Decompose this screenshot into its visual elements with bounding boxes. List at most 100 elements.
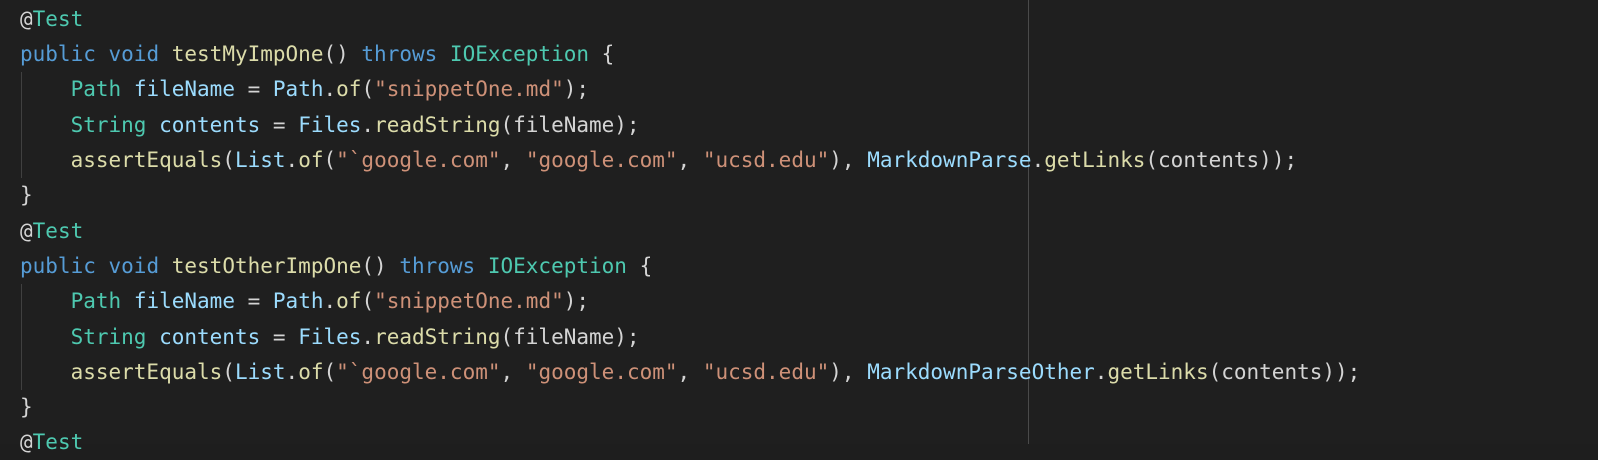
code-token: IOException	[487, 254, 627, 278]
code-token: .	[361, 113, 375, 137]
code-token: fileName	[133, 289, 235, 313]
code-token: .	[1031, 148, 1045, 172]
code-line[interactable]: Path fileName = Path.of("snippetOne.md")…	[20, 284, 589, 319]
code-token: getLinks	[1107, 360, 1209, 384]
code-token: Path	[272, 289, 324, 313]
code-token: (contents));	[1145, 148, 1298, 172]
code-line[interactable]: assertEquals(List.of("`google.com", "goo…	[20, 143, 1298, 178]
code-token: (fileName);	[500, 325, 640, 349]
code-token: Test	[32, 219, 84, 243]
code-line[interactable]: String contents = Files.readString(fileN…	[20, 320, 640, 355]
code-token: Path	[70, 77, 122, 101]
code-token: =	[234, 289, 273, 313]
code-token: (	[222, 360, 235, 384]
code-token: .	[285, 360, 299, 384]
code-token: assertEquals	[70, 360, 223, 384]
code-token: ()	[323, 42, 362, 66]
code-token: throws	[399, 254, 476, 278]
code-token: Files	[298, 113, 362, 137]
code-token: );	[563, 77, 590, 101]
code-token: IOException	[449, 42, 589, 66]
code-token: (contents));	[1208, 360, 1361, 384]
code-token: (	[361, 77, 375, 101]
code-token: Files	[298, 325, 362, 349]
code-line[interactable]: @Test	[20, 425, 83, 460]
code-token: .	[323, 77, 337, 101]
code-token: @	[20, 219, 33, 243]
code-token: ),	[829, 148, 868, 172]
code-editor[interactable]: @Test public void testMyImpOne() throws …	[0, 0, 1598, 454]
code-token: (	[323, 360, 337, 384]
code-token: of	[298, 148, 324, 172]
code-token: @	[20, 430, 33, 454]
code-line[interactable]: @Test	[20, 214, 83, 249]
code-token: fileName	[133, 77, 235, 101]
code-token: .	[1094, 360, 1108, 384]
code-token: List	[234, 148, 286, 172]
code-token: "snippetOne.md"	[374, 289, 564, 313]
code-token: testOtherImpOne	[171, 254, 362, 278]
code-token: "`google.com"	[336, 148, 501, 172]
code-token: .	[323, 289, 337, 313]
code-token: "google.com"	[525, 148, 678, 172]
code-token: contents	[159, 325, 261, 349]
code-token: contents	[159, 113, 261, 137]
code-token: =	[260, 325, 299, 349]
code-line[interactable]: }	[20, 178, 33, 213]
code-token: MarkdownParse	[867, 148, 1032, 172]
code-token: void	[108, 254, 160, 278]
code-token: (	[222, 148, 235, 172]
code-token: .	[361, 325, 375, 349]
code-line[interactable]: @Test	[20, 2, 83, 37]
code-token: "`google.com"	[336, 360, 501, 384]
code-token: {	[626, 254, 653, 278]
code-token: (	[361, 289, 375, 313]
code-token: {	[589, 42, 615, 66]
code-token: of	[336, 77, 362, 101]
code-token: }	[20, 395, 33, 419]
code-token: Path	[272, 77, 324, 101]
code-token: assertEquals	[70, 148, 223, 172]
code-token: ,	[500, 360, 526, 384]
code-token: readString	[374, 113, 501, 137]
code-token: Test	[32, 430, 84, 454]
code-line[interactable]: Path fileName = Path.of("snippetOne.md")…	[20, 72, 589, 107]
code-token: Test	[32, 7, 84, 31]
code-token: List	[234, 360, 286, 384]
code-token: throws	[361, 42, 438, 66]
code-token: (fileName);	[500, 113, 640, 137]
code-token: "google.com"	[525, 360, 678, 384]
code-line[interactable]: assertEquals(List.of("`google.com", "goo…	[20, 355, 1361, 390]
code-line[interactable]: public void testOtherImpOne() throws IOE…	[20, 249, 652, 284]
code-line[interactable]: String contents = Files.readString(fileN…	[20, 108, 640, 143]
code-token: of	[298, 360, 324, 384]
code-line[interactable]: public void testMyImpOne() throws IOExce…	[20, 37, 614, 72]
code-token: MarkdownParseOther	[867, 360, 1095, 384]
code-token: readString	[374, 325, 501, 349]
code-line[interactable]: }	[20, 390, 33, 425]
code-token: String	[70, 113, 147, 137]
code-token: public	[20, 254, 96, 278]
code-token: "ucsd.edu"	[702, 360, 830, 384]
code-token: );	[563, 289, 590, 313]
code-token: ()	[361, 254, 400, 278]
code-token: "snippetOne.md"	[374, 77, 564, 101]
code-token: void	[108, 42, 160, 66]
code-token: of	[336, 289, 362, 313]
code-token: ,	[500, 148, 526, 172]
code-token: ,	[677, 148, 703, 172]
